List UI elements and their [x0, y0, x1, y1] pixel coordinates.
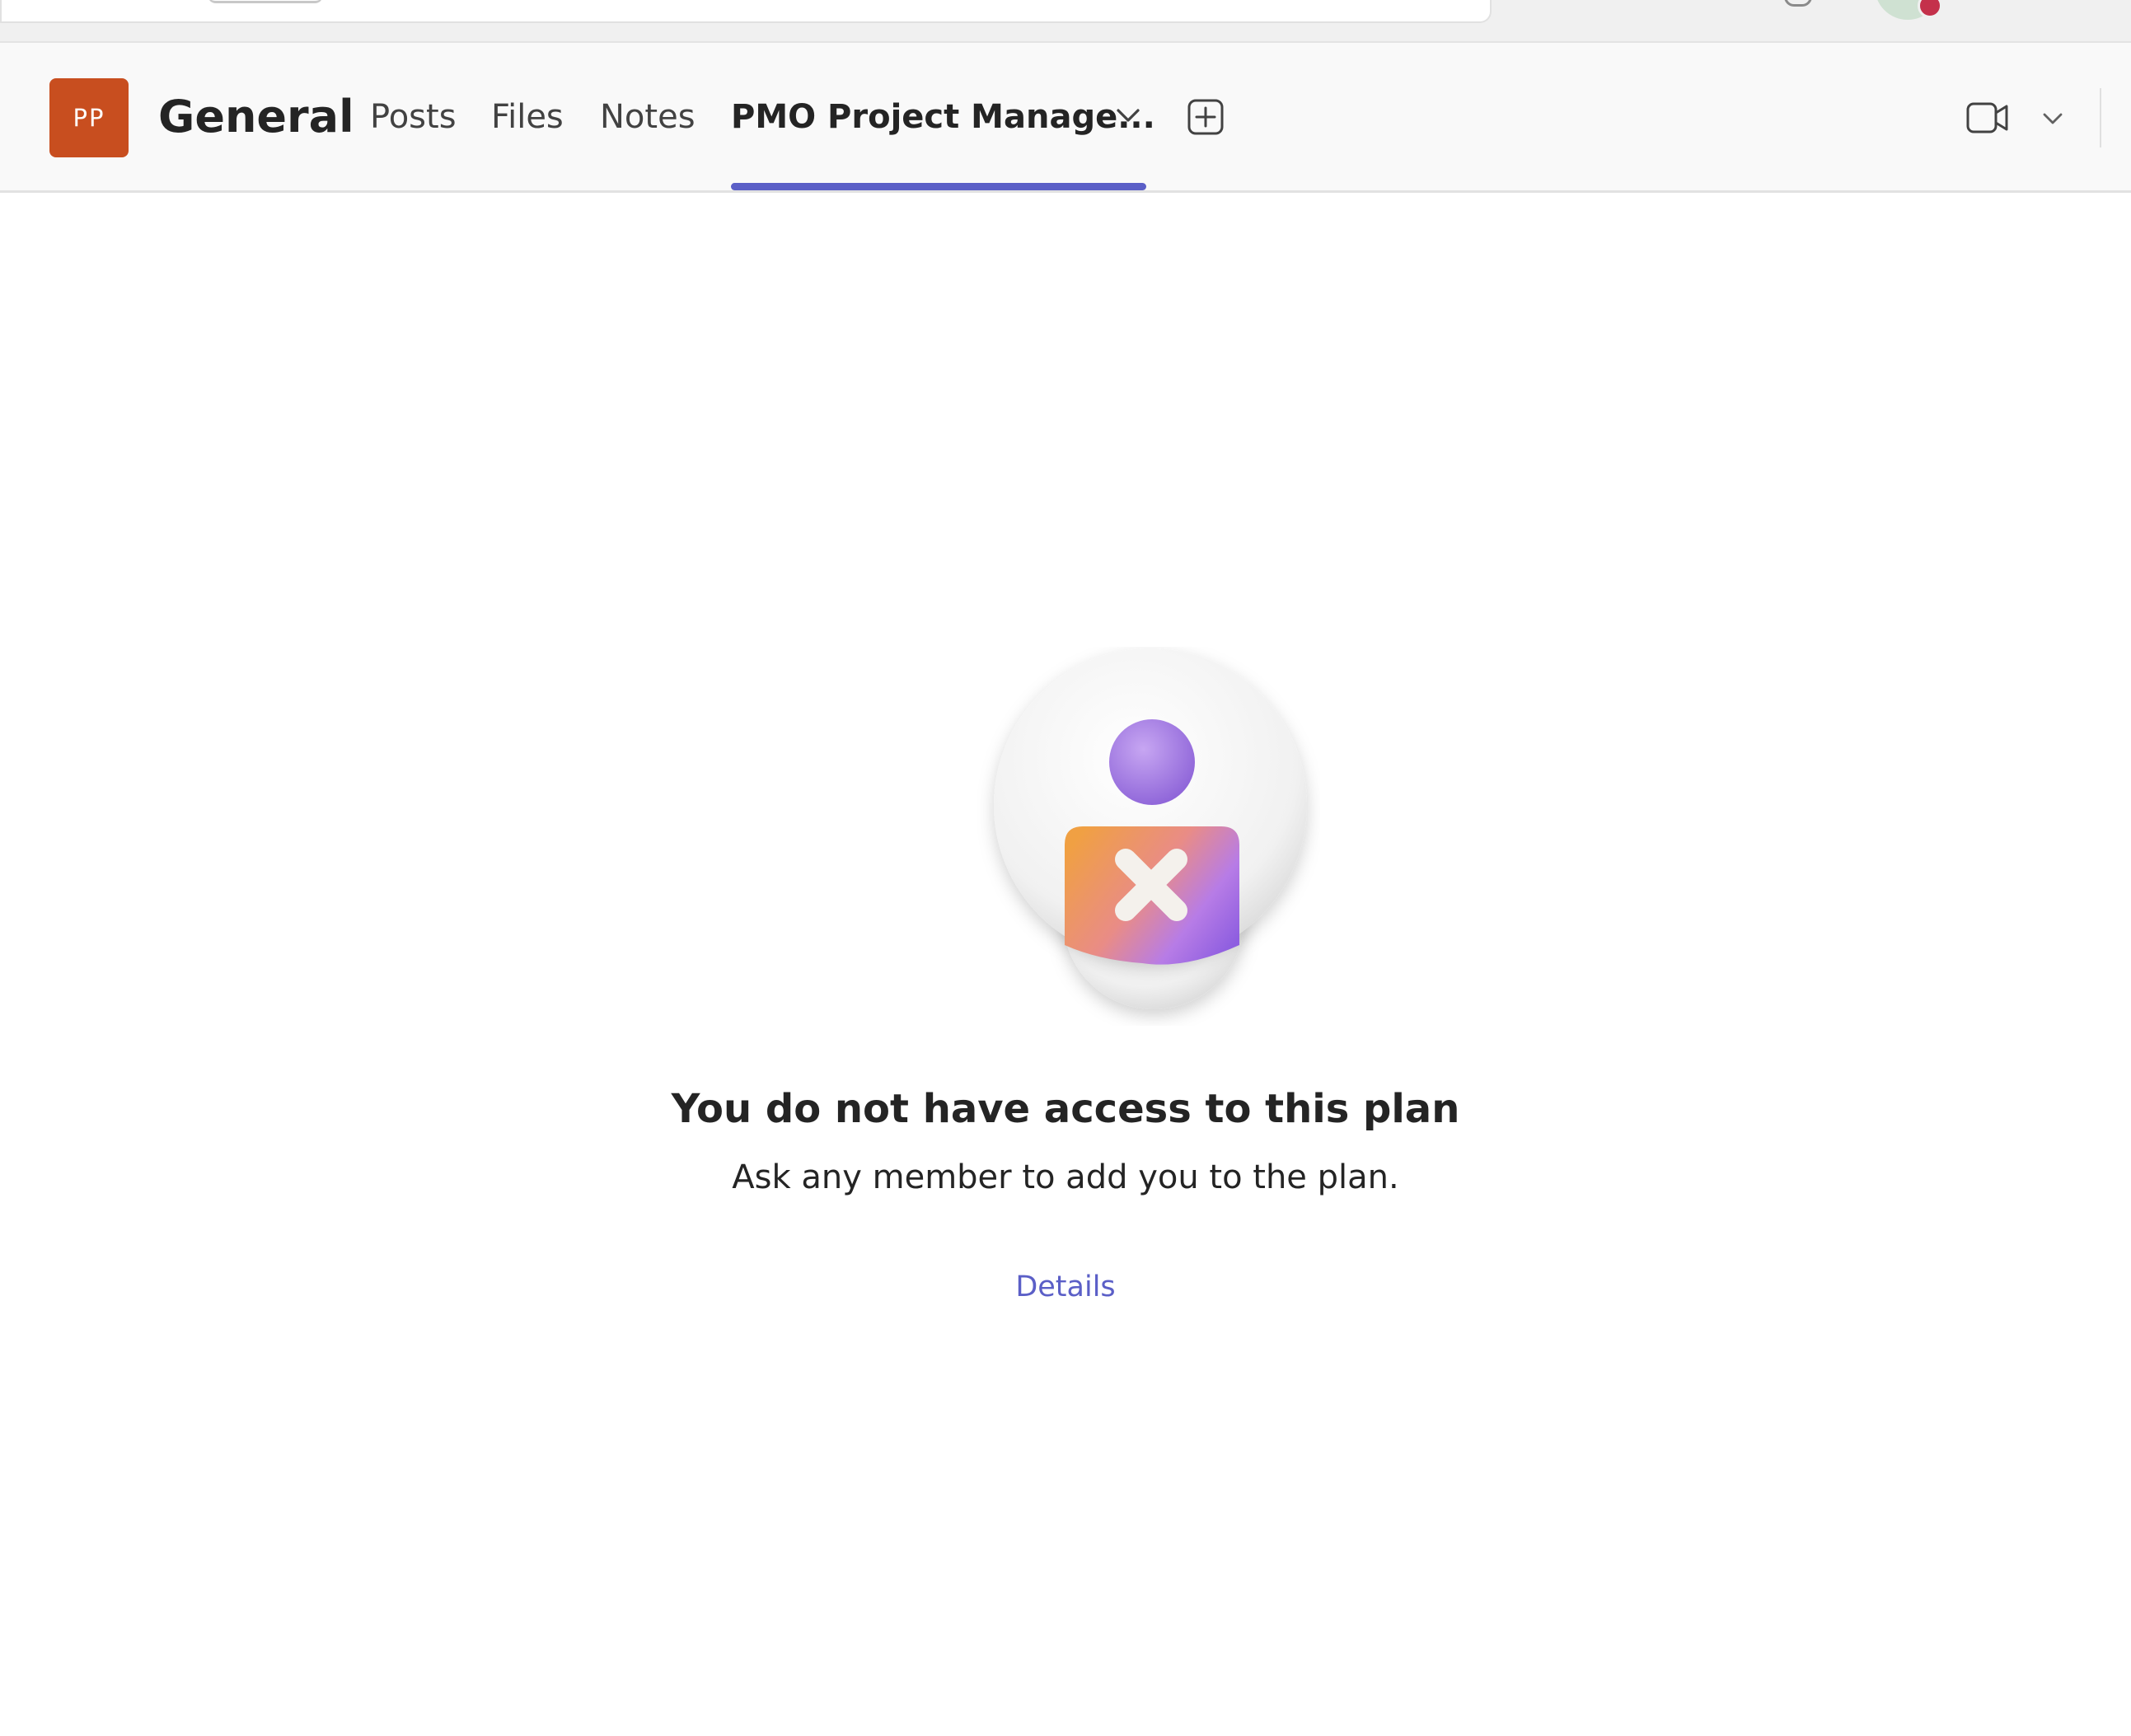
chevron-down-icon[interactable]	[1113, 101, 1143, 130]
title-bar	[0, 0, 2131, 43]
channel-header: PP General Posts Files Notes PMO Project…	[0, 43, 2131, 193]
details-link[interactable]: Details	[1015, 1270, 1115, 1303]
meet-button[interactable]	[1965, 97, 2072, 138]
tab-pmo-project-management[interactable]: PMO Project Manage...	[731, 92, 1155, 142]
tab-notes[interactable]: Notes	[600, 92, 696, 142]
chevron-down-icon	[2043, 113, 2063, 124]
video-camera-icon	[1966, 102, 2008, 133]
channel-title: General	[158, 91, 354, 143]
tab-posts[interactable]: Posts	[370, 92, 457, 142]
empty-state-title: You do not have access to this plan	[671, 1086, 1460, 1132]
add-tab-icon[interactable]	[1187, 98, 1225, 136]
more-icon[interactable]	[1784, 0, 1812, 7]
search-box[interactable]	[0, 0, 1492, 23]
search-text-remnant	[208, 0, 323, 3]
team-avatar[interactable]: PP	[49, 78, 129, 157]
tab-files[interactable]: Files	[491, 92, 564, 142]
active-tab-indicator	[731, 183, 1146, 190]
header-divider	[2100, 88, 2101, 147]
no-access-illustration	[994, 648, 1307, 1009]
empty-state-subtitle: Ask any member to add you to the plan.	[732, 1158, 1399, 1196]
